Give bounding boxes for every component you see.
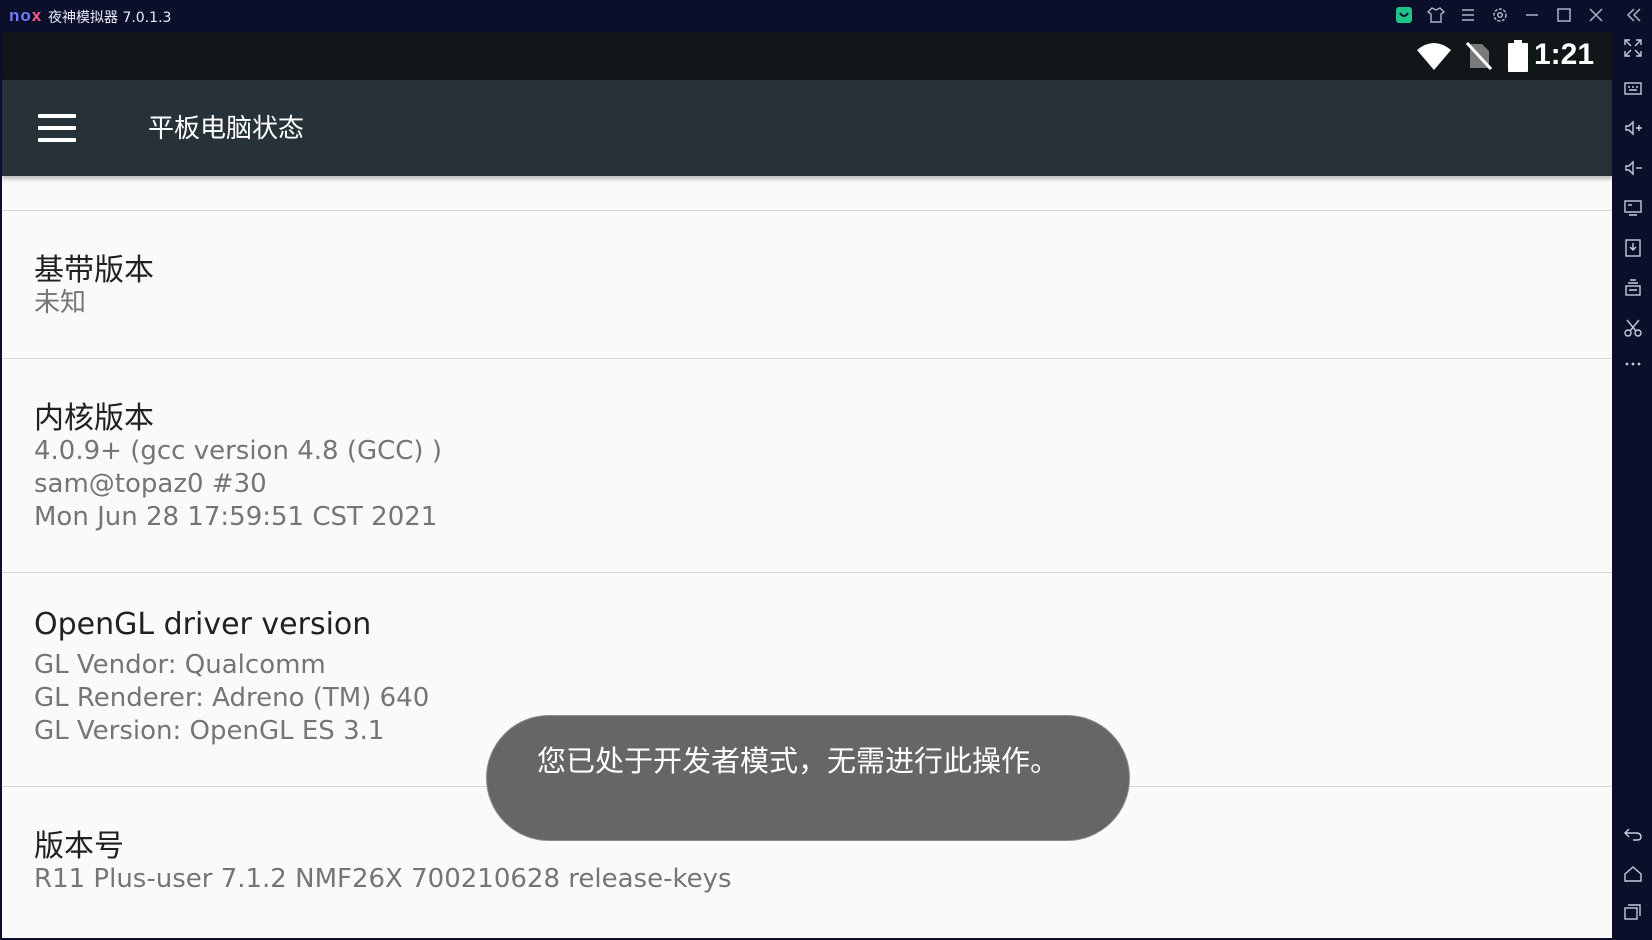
volume-down-icon[interactable] — [1614, 158, 1652, 186]
app-store-icon[interactable] — [1394, 6, 1414, 26]
list-item[interactable]: 内核版本 4.0.9+ (gcc version 4.8 (GCC) ) sam… — [2, 358, 1612, 573]
close-icon[interactable] — [1586, 6, 1606, 26]
item-summary: 4.0.9+ (gcc version 4.8 (GCC) ) sam@topa… — [34, 436, 442, 532]
screen-icon[interactable] — [1614, 198, 1652, 226]
android-screen: 1:21 平板电脑状态 基带版本 未知 内核版本 4.0.9+ (gcc ver… — [2, 32, 1612, 938]
fullscreen-icon[interactable] — [1614, 38, 1652, 66]
item-summary: 未知 — [34, 288, 87, 318]
item-label: 内核版本 — [34, 401, 154, 436]
page-title: 平板电脑状态 — [148, 114, 305, 144]
back-icon[interactable] — [1614, 824, 1652, 852]
status-clock: 1:21 — [1533, 38, 1594, 71]
volume-up-icon[interactable] — [1614, 118, 1652, 146]
no-sim-icon — [1466, 42, 1492, 70]
keyboard-icon[interactable] — [1614, 78, 1652, 106]
collapse-icon[interactable] — [1624, 6, 1644, 26]
recent-apps-icon[interactable] — [1614, 902, 1652, 930]
item-label: OpenGL driver version — [34, 607, 372, 642]
window-title: 夜神模拟器 7.0.1.3 — [48, 10, 172, 26]
item-label: 版本号 — [34, 829, 124, 864]
settings-icon[interactable] — [1490, 6, 1510, 26]
battery-icon — [1508, 40, 1528, 72]
scissors-icon[interactable] — [1614, 318, 1652, 346]
skin-icon[interactable] — [1426, 6, 1446, 26]
home-icon[interactable] — [1614, 864, 1652, 892]
nox-logo: nox — [9, 6, 43, 25]
toast-message: 您已处于开发者模式，无需进行此操作。 — [486, 715, 1130, 841]
multi-instance-icon[interactable] — [1614, 278, 1652, 306]
emulator-titlebar: nox 夜神模拟器 7.0.1.3 — [0, 0, 1652, 32]
item-summary: R11 Plus-user 7.1.2 NMF26X 700210628 rel… — [34, 864, 732, 894]
app-toolbar: 平板电脑状态 — [2, 80, 1612, 176]
menu-icon[interactable] — [1458, 6, 1478, 26]
maximize-icon[interactable] — [1554, 6, 1574, 26]
item-summary: GL Vendor: Qualcomm GL Renderer: Adreno … — [34, 650, 430, 746]
more-icon[interactable] — [1614, 354, 1652, 382]
android-statusbar: 1:21 — [2, 32, 1612, 80]
navigation-menu-icon[interactable] — [38, 114, 76, 142]
toast-text: 您已处于开发者模式，无需进行此操作。 — [537, 744, 1060, 778]
apk-install-icon[interactable] — [1614, 238, 1652, 266]
item-label: 基带版本 — [34, 253, 154, 288]
list-item-partial — [2, 176, 1612, 210]
emulator-sidebar — [1614, 32, 1652, 940]
list-item[interactable]: 基带版本 未知 — [2, 210, 1612, 359]
wifi-icon — [1417, 43, 1451, 70]
minimize-icon[interactable] — [1522, 6, 1542, 26]
